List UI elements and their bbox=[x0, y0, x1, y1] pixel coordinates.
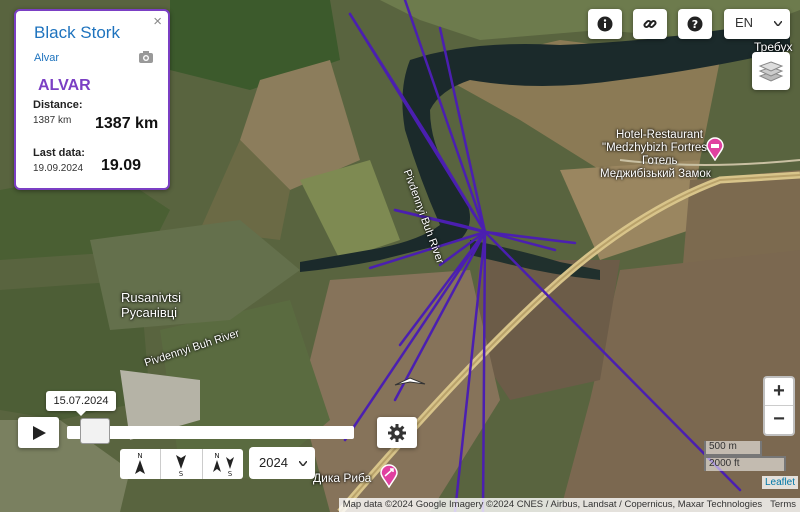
direction-button-both[interactable]: N S bbox=[203, 449, 243, 479]
scale-metric: 500 m bbox=[704, 441, 762, 456]
village-label-en: Rusanivtsi bbox=[121, 290, 181, 305]
terms-link[interactable]: Terms bbox=[770, 499, 796, 510]
year-select[interactable]: 2024 bbox=[249, 447, 315, 479]
language-select[interactable]: EN bbox=[724, 9, 790, 39]
link-icon bbox=[643, 19, 657, 29]
play-icon bbox=[32, 425, 46, 440]
last-data-small: 19.09.2024 bbox=[33, 163, 84, 174]
zoom-control: + − bbox=[763, 376, 795, 436]
share-link-button[interactable] bbox=[633, 9, 667, 39]
zoom-out-button[interactable]: − bbox=[765, 405, 793, 433]
timeline-slider-handle[interactable] bbox=[79, 418, 110, 444]
north-label-1: N bbox=[138, 452, 143, 460]
south-arrow-icon: S bbox=[176, 455, 187, 477]
info-icon bbox=[597, 16, 613, 32]
north-south-arrows-icon: N S bbox=[212, 452, 234, 477]
help-button[interactable]: ? bbox=[678, 9, 712, 39]
hotel-label: Hotel-Restaurant "Medzhybizh Fortress" Г… bbox=[600, 129, 717, 181]
close-icon[interactable]: × bbox=[153, 13, 162, 30]
hotel-label-line4: Меджибізький Замок bbox=[600, 168, 711, 180]
fishing-pin-icon[interactable] bbox=[379, 464, 399, 488]
direction-buttons: N S N S bbox=[120, 449, 243, 479]
language-value: EN bbox=[735, 15, 754, 30]
chevron-down-icon bbox=[299, 461, 307, 466]
attribution-bar: Map data ©2024 Google Imagery ©2024 CNES… bbox=[338, 498, 800, 512]
zoom-in-button[interactable]: + bbox=[765, 378, 793, 405]
play-button[interactable] bbox=[18, 417, 59, 448]
last-data-value: 19.09 bbox=[101, 157, 142, 174]
bird-name: ALVAR bbox=[38, 77, 91, 94]
hotel-label-line1: Hotel-Restaurant bbox=[615, 129, 703, 141]
year-value: 2024 bbox=[259, 455, 288, 470]
distance-label: Distance: bbox=[33, 99, 83, 111]
distance-small: 1387 km bbox=[33, 115, 72, 126]
last-data-label: Last data: bbox=[33, 147, 85, 159]
poi-label: Дика Риба bbox=[313, 471, 372, 485]
timeline-track[interactable] bbox=[67, 426, 354, 439]
settings-button[interactable] bbox=[377, 417, 417, 448]
help-icon: ? bbox=[687, 16, 703, 32]
bird-info-panel: Black Stork × Alvar ALVAR Distance: 1387… bbox=[14, 9, 170, 190]
village-label-uk: Русанівці bbox=[121, 305, 178, 320]
gear-icon bbox=[388, 423, 406, 442]
direction-button-south[interactable]: S bbox=[161, 449, 203, 479]
south-label-1: S bbox=[179, 470, 184, 477]
south-label-3: S bbox=[228, 470, 233, 477]
north-arrow-icon: N bbox=[135, 452, 146, 474]
hotel-pin-icon[interactable] bbox=[705, 137, 725, 161]
bird-subtitle-link[interactable]: Alvar bbox=[34, 52, 59, 64]
layers-button[interactable] bbox=[752, 52, 790, 90]
scale-imperial: 2000 ft bbox=[704, 456, 786, 471]
distance-value: 1387 km bbox=[95, 115, 159, 132]
camera-icon[interactable] bbox=[138, 50, 154, 64]
info-button[interactable] bbox=[588, 9, 622, 39]
hotel-label-line2: "Medzhybizh Fortress" bbox=[602, 142, 717, 154]
direction-button-north[interactable]: N bbox=[120, 449, 162, 479]
attribution-text: Map data ©2024 Google Imagery ©2024 CNES… bbox=[342, 499, 763, 510]
chevron-down-icon bbox=[774, 21, 782, 26]
north-label-3: N bbox=[214, 452, 219, 460]
svg-text:?: ? bbox=[692, 18, 698, 31]
date-tooltip: 15.07.2024 bbox=[46, 391, 116, 416]
leaflet-link[interactable]: Leaflet bbox=[762, 476, 799, 489]
species-title[interactable]: Black Stork bbox=[34, 23, 120, 43]
layers-icon bbox=[758, 61, 784, 82]
